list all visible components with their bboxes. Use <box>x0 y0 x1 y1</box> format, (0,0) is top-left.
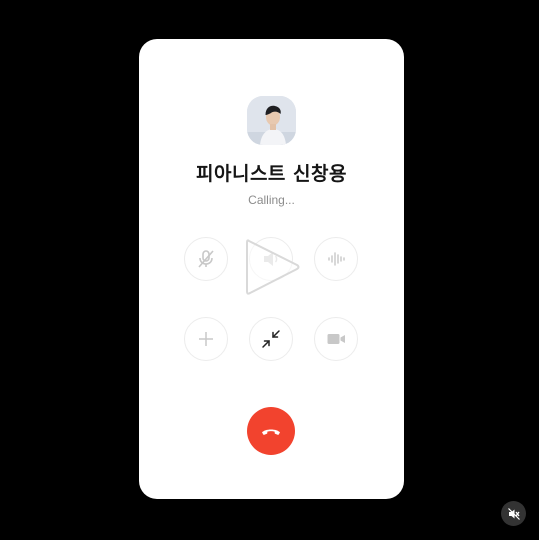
mic-off-icon <box>198 250 214 268</box>
voice-effect-button[interactable] <box>314 237 358 281</box>
video-call-button[interactable] <box>314 317 358 361</box>
speaker-muted-icon <box>507 507 520 520</box>
play-button[interactable] <box>243 235 303 299</box>
avatar <box>247 96 296 145</box>
add-call-button[interactable] <box>184 317 228 361</box>
call-status: Calling... <box>248 193 295 207</box>
end-call-button[interactable] <box>247 407 295 455</box>
video-sound-toggle[interactable] <box>501 501 526 526</box>
call-screen-card: 피아니스트 신창용 Calling... <box>139 39 404 499</box>
minimize-icon <box>262 330 280 348</box>
play-icon <box>246 239 300 295</box>
video-icon <box>327 334 345 344</box>
add-icon <box>199 332 213 346</box>
contact-name: 피아니스트 신창용 <box>196 163 347 185</box>
voice-wave-icon <box>328 252 345 266</box>
mute-button[interactable] <box>184 237 228 281</box>
phone-hangup-icon <box>262 429 280 435</box>
minimize-button[interactable] <box>249 317 293 361</box>
